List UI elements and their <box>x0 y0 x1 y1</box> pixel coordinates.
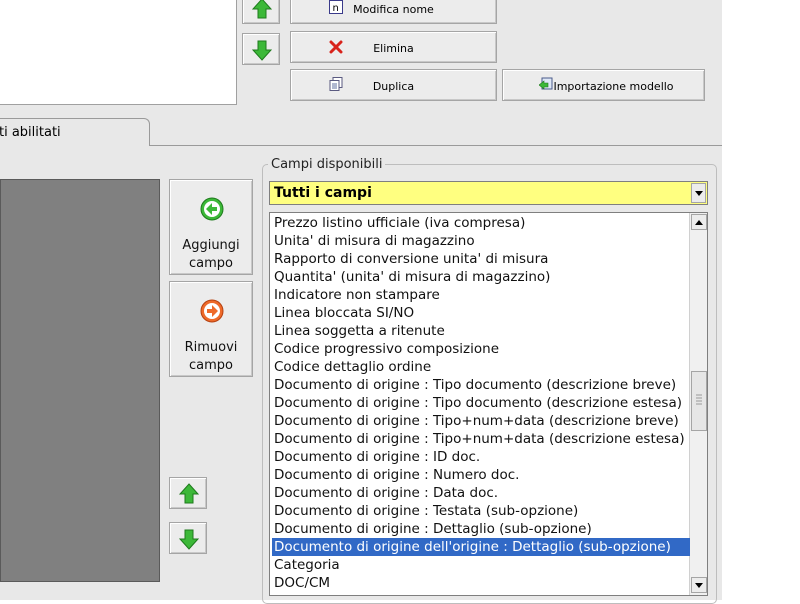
scroll-thumb[interactable] <box>691 371 707 431</box>
list-item[interactable]: Documento di origine : Dettaglio (sub-op… <box>274 520 592 538</box>
dropdown-button[interactable] <box>691 183 706 203</box>
duplicate-label: Duplica <box>372 80 415 93</box>
add-field-label-2: campo <box>189 256 233 271</box>
list-item[interactable]: Codice dettaglio ordine <box>274 358 431 376</box>
arrow-right-circle-icon <box>200 299 224 323</box>
available-fields-title: Campi disponibili <box>268 157 386 172</box>
add-field-label-1: Aggiungi <box>182 238 240 253</box>
list-item[interactable]: Documento di origine : Data doc. <box>274 484 498 502</box>
list-item[interactable]: Unita' di misura di magazzino <box>274 232 475 250</box>
list-item[interactable]: Quantita' (unita' di misura di magazzino… <box>274 268 550 286</box>
enabled-fields-list[interactable] <box>0 179 160 582</box>
remove-field-label-1: Rimuovi <box>184 340 238 355</box>
scroll-up-icon <box>695 220 703 225</box>
field-filter-dropdown[interactable]: Tutti i campi <box>269 181 708 205</box>
top-left-list-area[interactable] <box>0 0 237 105</box>
arrow-up-icon <box>252 0 272 19</box>
grip-icon <box>696 394 702 405</box>
tab-enabled-fields-label: ti abilitati <box>0 125 61 140</box>
list-item[interactable]: Prezzo listino ufficiale (iva compresa) <box>274 214 525 232</box>
arrow-down-icon <box>179 529 199 550</box>
list-item[interactable]: Linea bloccata SI/NO <box>274 304 414 322</box>
delete-button[interactable]: Elimina <box>290 31 497 63</box>
scroll-down-button[interactable] <box>691 577 707 593</box>
list-item[interactable]: Indicatore non stampare <box>274 286 440 304</box>
move-up-button[interactable] <box>169 477 207 509</box>
list-item[interactable]: DOC/CM <box>274 574 330 592</box>
move-down-button[interactable] <box>169 522 207 554</box>
list-item[interactable]: Documento di origine : Tipo documento (d… <box>274 394 682 412</box>
arrow-down-icon <box>252 40 272 61</box>
list-item[interactable]: Documento di origine dell'origine : Dett… <box>272 538 690 556</box>
duplicate-button[interactable]: Duplica <box>290 69 497 101</box>
list-item[interactable]: Documento di origine : Tipo+num+data (de… <box>274 412 679 430</box>
remove-field-label-2: campo <box>189 358 233 373</box>
scroll-down-icon <box>695 583 703 588</box>
list-item[interactable]: Documento di origine : Tipo documento (d… <box>274 376 676 394</box>
list-item[interactable]: Documento di origine : ID doc. <box>274 448 480 466</box>
available-fields-list[interactable]: Prezzo listino ufficiale (iva compresa) U… <box>269 212 708 596</box>
arrow-left-circle-icon <box>200 197 224 221</box>
import-template-button[interactable]: Importazione modello <box>502 69 705 101</box>
list-item[interactable]: Documento di origine : Tipo+num+data (de… <box>274 430 685 448</box>
chevron-down-icon <box>695 191 703 196</box>
tab-enabled-fields[interactable]: ti abilitati <box>0 118 150 146</box>
list-item[interactable]: Categoria <box>274 556 340 574</box>
rename-label: Modifica nome <box>353 3 434 16</box>
list-item[interactable]: Rapporto di conversione unita' di misura <box>274 250 548 268</box>
list-item[interactable]: Documento di origine : Numero doc. <box>274 466 519 484</box>
move-up-button-top[interactable] <box>242 0 280 24</box>
list-item[interactable]: Linea soggetta a ritenute <box>274 322 445 340</box>
rename-button[interactable]: n Modifica nome <box>290 0 497 24</box>
main-panel: n Modifica nome Elimina Duplica Importaz… <box>0 0 722 604</box>
list-scrollbar[interactable] <box>689 213 707 595</box>
list-item[interactable]: Codice progressivo composizione <box>274 340 499 358</box>
list-item[interactable]: Documento di origine : Testata (sub-opzi… <box>274 502 578 520</box>
field-filter-value: Tutti i campi <box>274 185 372 201</box>
delete-label: Elimina <box>373 42 414 55</box>
import-label: Importazione modello <box>553 80 674 93</box>
move-down-button-top[interactable] <box>242 33 280 65</box>
scroll-up-button[interactable] <box>691 214 707 230</box>
add-field-button[interactable]: Aggiungi campo <box>169 179 253 275</box>
arrow-up-icon <box>179 483 199 504</box>
remove-field-button[interactable]: Rimuovi campo <box>169 281 253 377</box>
